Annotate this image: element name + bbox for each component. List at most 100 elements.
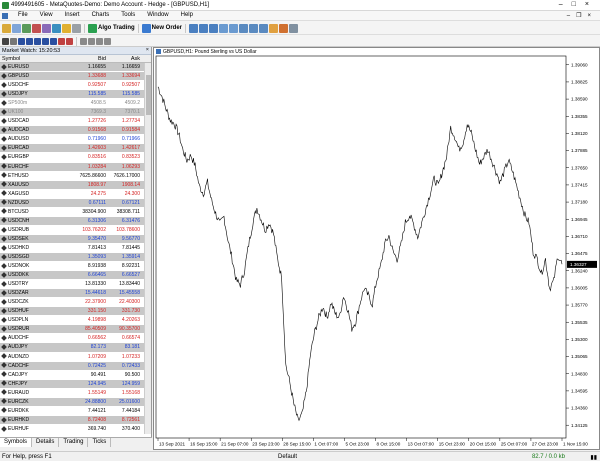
market-watch-row[interactable]: USDHKD 7.81413 7.81445 — [0, 244, 144, 253]
market-watch-row[interactable]: UK100 7369.3 7370.1 — [0, 108, 144, 118]
timeframe-h1-icon[interactable] — [104, 37, 111, 45]
indicators-icon[interactable] — [269, 23, 279, 33]
metaeditor-icon[interactable] — [72, 23, 81, 33]
profiles-icon[interactable] — [12, 23, 21, 33]
candlestick-icon[interactable] — [199, 23, 209, 33]
market-watch-row[interactable]: SP500m 4508.5 4509.2 — [0, 99, 144, 109]
tab-details[interactable]: Details — [32, 438, 60, 447]
column-ask[interactable]: Ask — [108, 55, 142, 62]
window-controls[interactable]: –□× — [559, 1, 598, 8]
restore-icon[interactable]: ❐ — [576, 13, 587, 19]
market-watch-row[interactable]: USDJPY 115.585 115.585 — [0, 90, 144, 100]
market-watch-row[interactable]: ETHUSD 7625.86600 7626.17000 — [0, 172, 144, 181]
market-watch-row[interactable]: EURHKD 8.72408 8.72561 — [0, 415, 144, 425]
market-watch-row[interactable]: CADJPY 90.491 90.500 — [0, 371, 144, 380]
market-watch-row[interactable]: USDTRY 13.81330 13.83440 — [0, 280, 144, 290]
menu-view[interactable]: View — [34, 12, 59, 18]
new-order-button[interactable]: New Order — [152, 25, 182, 31]
menu-file[interactable]: File — [12, 12, 34, 18]
market-watch-row[interactable]: BTCUSD 38304.900 38308.711 — [0, 208, 144, 217]
tab-ticks[interactable]: Ticks — [88, 438, 112, 447]
text-icon[interactable] — [58, 37, 65, 45]
new-chart-icon[interactable] — [2, 23, 11, 33]
new-order-icon[interactable] — [141, 23, 151, 33]
market-watch-row[interactable]: USDDKK 6.66465 6.66527 — [0, 271, 144, 281]
market-watch-row[interactable]: AUDCAD 0.91568 0.91584 — [0, 126, 144, 136]
tab-trading[interactable]: Trading — [59, 438, 89, 447]
column-bid[interactable]: Bid — [76, 55, 108, 62]
price-chart[interactable]: 1.39060 1.38825 1.38590 1.38355 1.38120 1.378… — [154, 48, 599, 449]
market-watch-row[interactable]: XAGUSD 24.275 24.300 — [0, 190, 144, 199]
market-watch-row[interactable]: EURAUD 1.55149 1.55168 — [0, 389, 144, 398]
navigator-icon[interactable] — [42, 23, 51, 33]
close-icon[interactable]: × — [587, 13, 597, 19]
market-watch-row[interactable]: USDSEK 9.35470 9.56770 — [0, 234, 144, 244]
close-icon[interactable]: × — [585, 1, 598, 8]
minimize-icon[interactable]: – — [567, 13, 576, 19]
bar-chart-icon[interactable] — [189, 23, 199, 33]
menu-charts[interactable]: Charts — [86, 12, 116, 18]
menu-tools[interactable]: Tools — [115, 12, 141, 18]
market-watch-row[interactable]: USDSGD 1.35093 1.35914 — [0, 252, 144, 263]
close-icon[interactable]: × — [146, 47, 149, 53]
timeframe-m15-icon[interactable] — [96, 37, 103, 45]
zoom-out-icon[interactable] — [229, 23, 239, 33]
maximize-icon[interactable]: □ — [572, 1, 585, 8]
trendline-icon[interactable] — [34, 37, 41, 45]
timeframe-m5-icon[interactable] — [88, 37, 95, 45]
terminal-icon[interactable] — [52, 23, 61, 33]
cursor-icon[interactable] — [2, 37, 9, 45]
templates-icon[interactable] — [289, 23, 299, 33]
arrows-icon[interactable] — [66, 37, 73, 45]
market-watch-row[interactable]: NZDUSD 0.67111 0.67121 — [0, 198, 144, 208]
crosshair-icon[interactable] — [10, 37, 17, 45]
menu-window[interactable]: Window — [141, 12, 174, 18]
algo-trading-icon[interactable] — [88, 23, 97, 33]
algo-trading-button[interactable]: Algo Trading — [98, 25, 135, 31]
market-watch-row[interactable]: EURUSD 1.16655 1.16659 — [0, 63, 144, 73]
zoom-in-icon[interactable] — [219, 23, 229, 33]
market-watch-row[interactable]: USDCNH 6.31306 6.31476 — [0, 216, 144, 226]
chart-shift-icon[interactable] — [259, 23, 269, 33]
vertical-line-icon[interactable] — [18, 37, 25, 45]
market-watch-row[interactable]: AUDCHF 0.66562 0.66574 — [0, 334, 144, 344]
market-watch-scrollbar[interactable] — [144, 63, 151, 434]
line-chart-icon[interactable] — [209, 23, 219, 33]
market-watch-row[interactable]: AUDUSD 0.71960 0.71966 — [0, 135, 144, 145]
minimize-icon[interactable]: – — [559, 1, 572, 8]
tile-windows-icon[interactable] — [239, 23, 249, 33]
market-watch-row[interactable]: CADCHF 0.72425 0.72433 — [0, 361, 144, 371]
scrollbar-thumb[interactable] — [146, 75, 151, 115]
market-watch-row[interactable]: USDHUF 331.150 331.730 — [0, 307, 144, 317]
market-watch-row[interactable]: GBPUSD 1.33688 1.33694 — [0, 72, 144, 82]
market-watch-row[interactable]: EURCAD 1.42603 1.42617 — [0, 144, 144, 154]
market-watch-row[interactable]: EURGBP 0.83516 0.83523 — [0, 153, 144, 163]
market-watch-row[interactable]: USDRUR 85.40509 90.35700 — [0, 325, 144, 335]
market-watch-row[interactable]: USDCZK 22.37900 22.40300 — [0, 298, 144, 308]
equidistant-channel-icon[interactable] — [42, 37, 49, 45]
market-watch-row[interactable]: EURHUF 369.740 370.400 — [0, 425, 144, 434]
column-symbol[interactable]: Symbol — [0, 55, 76, 62]
market-watch-row[interactable]: EURCZK 24.88800 25.01600 — [0, 397, 144, 407]
market-watch-row[interactable]: EURCHF 1.03284 1.06293 — [0, 162, 144, 172]
chart-window-controls[interactable]: –❐× — [567, 12, 597, 19]
chart-window[interactable]: 1.39060 1.38825 1.38590 1.38355 1.38120 1.378… — [153, 47, 600, 450]
market-watch-row[interactable]: USDZAR 15.44618 15.45558 — [0, 289, 144, 299]
market-watch-row[interactable]: USDRUB 103.76202 103.78600 — [0, 226, 144, 235]
market-watch-row[interactable]: XAUUSD 1808.97 1908.14 — [0, 180, 144, 190]
market-watch-row[interactable]: AUDNZD 1.07209 1.07233 — [0, 353, 144, 362]
strategy-tester-icon[interactable] — [62, 23, 71, 33]
market-watch-row[interactable]: USDCAD 1.27726 1.27734 — [0, 117, 144, 127]
autoscroll-icon[interactable] — [249, 23, 259, 33]
horizontal-line-icon[interactable] — [26, 37, 33, 45]
market-watch-row[interactable]: USDCHF 0.92507 0.92507 — [0, 81, 144, 91]
fibonacci-icon[interactable] — [50, 37, 57, 45]
timeframes-icon[interactable] — [279, 23, 289, 33]
market-watch-row[interactable]: EURDKK 7.44121 7.44184 — [0, 407, 144, 416]
menu-help[interactable]: Help — [175, 12, 199, 18]
menu-insert[interactable]: Insert — [59, 12, 86, 18]
data-window-icon[interactable] — [32, 23, 41, 33]
tab-symbols[interactable]: Symbols — [0, 438, 33, 447]
market-watch-row[interactable]: CHFJPY 124.945 124.959 — [0, 379, 144, 389]
market-watch-row[interactable]: USDPLN 4.19898 4.20263 — [0, 316, 144, 326]
